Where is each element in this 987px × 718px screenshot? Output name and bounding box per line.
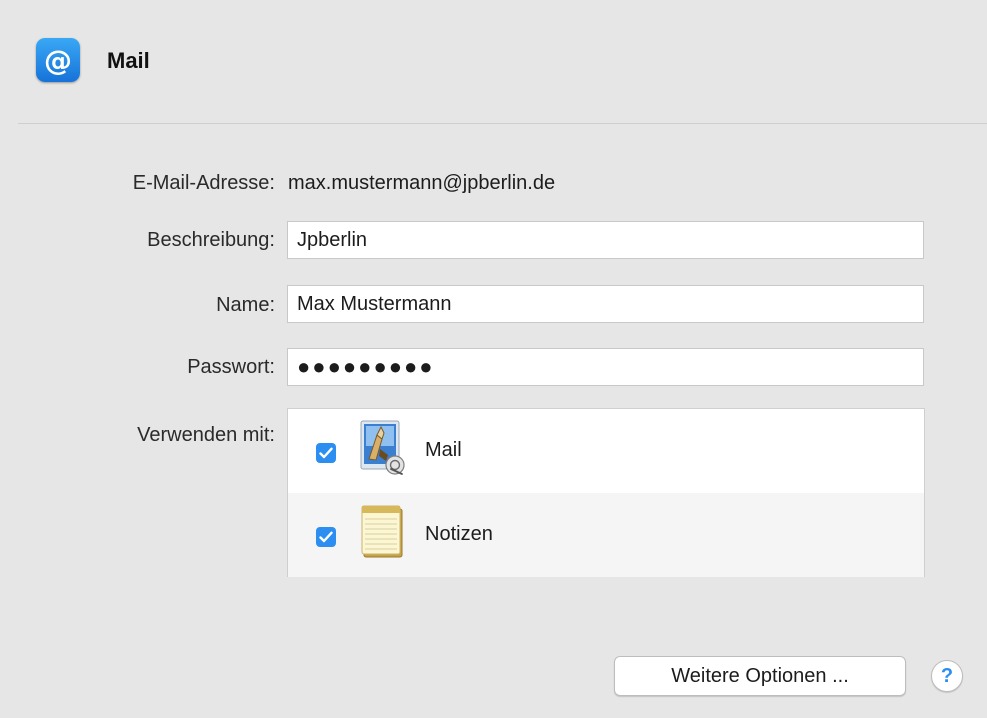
account-header: @ Mail — [0, 0, 987, 123]
notes-app-icon — [361, 505, 403, 558]
list-item-notes[interactable]: Notizen — [288, 493, 924, 577]
password-field[interactable] — [287, 348, 924, 386]
mail-label: Mail — [425, 439, 462, 461]
at-sign-icon: @ — [36, 38, 80, 82]
use-with-label: Verwenden mit: — [137, 424, 275, 446]
mail-checkbox[interactable] — [316, 443, 336, 463]
password-label: Passwort: — [187, 356, 275, 378]
checkmark-icon — [319, 531, 333, 543]
account-title: Mail — [107, 48, 150, 73]
notes-label: Notizen — [425, 523, 493, 545]
notes-checkbox[interactable] — [316, 527, 336, 547]
list-item-mail[interactable]: Mail — [288, 409, 924, 493]
mail-app-icon — [360, 420, 405, 475]
more-options-button[interactable]: Weitere Optionen ... — [614, 656, 906, 696]
help-icon[interactable]: ? — [931, 660, 963, 692]
use-with-list: Mail Notizen — [287, 408, 925, 577]
email-value: max.mustermann@jpberlin.de — [288, 172, 556, 194]
checkmark-icon — [319, 447, 333, 459]
description-label: Beschreibung: — [147, 229, 275, 251]
name-label: Name: — [216, 294, 275, 316]
header-divider — [18, 123, 987, 124]
description-field[interactable] — [287, 221, 924, 259]
name-field[interactable] — [287, 285, 924, 323]
email-label: E-Mail-Adresse: — [132, 172, 275, 194]
